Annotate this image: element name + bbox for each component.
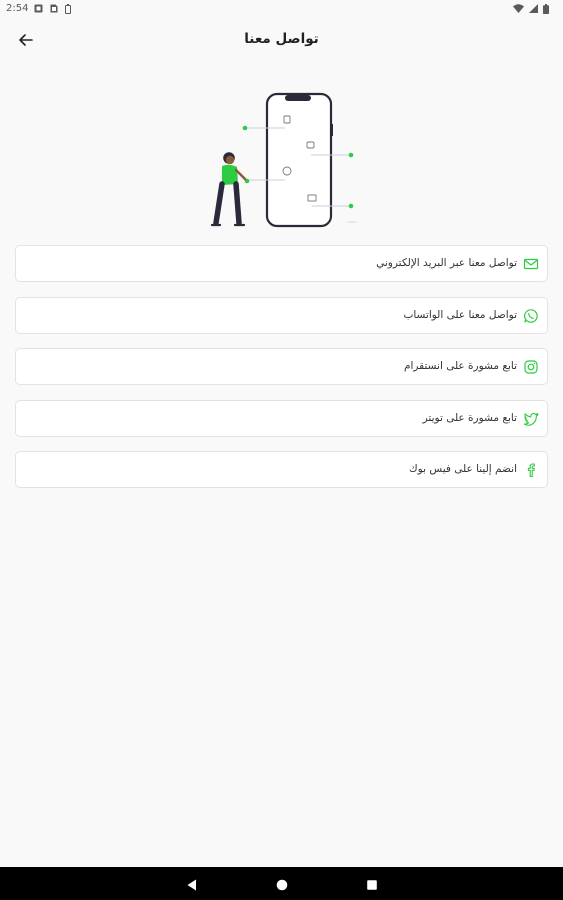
contact-illustration [205,88,365,233]
page-title: تواصل معنا [244,31,319,47]
option-facebook-label: انضم إلينا على فيس بوك [408,463,517,475]
system-nav-bar [0,867,563,900]
status-time: 2:54 [6,3,29,14]
option-facebook[interactable]: انضم إلينا على فيس بوك [15,451,548,488]
option-instagram-label: تابع مشورة على انستقرام [403,360,517,372]
signal-icon [529,4,538,13]
wifi-icon [513,4,524,13]
instagram-icon [524,360,538,374]
option-email[interactable]: تواصل معنا عبر البريد الإلكتروني [15,245,548,282]
back-triangle-icon [187,879,196,891]
facebook-icon [527,463,535,478]
system-back-button[interactable] [185,877,199,891]
option-whatsapp-label: تواصل معنا على الواتساب [403,308,517,321]
option-twitter-label: تابع مشورة على تويتر [422,411,517,424]
status-left-icons [34,4,71,14]
app-bar: تواصل معنا [0,22,563,58]
option-twitter[interactable]: تابع مشورة على تويتر [15,399,548,437]
system-recents-button[interactable] [365,877,379,891]
whatsapp-icon [524,308,538,323]
notification-icon [34,4,43,13]
recents-square-icon [367,880,377,890]
option-whatsapp[interactable]: تواصل معنا على الواتساب [15,296,548,334]
twitter-icon [523,412,539,426]
battery-saver-icon [65,4,71,14]
status-bar: 2:54 [0,0,563,18]
home-circle-icon [276,879,288,891]
sim-card-icon [50,4,58,13]
email-icon [523,258,539,270]
person-with-phone-illustration [210,92,357,228]
option-email-label: تواصل معنا عبر البريد الإلكتروني [376,257,517,269]
battery-icon [543,4,549,14]
system-home-button[interactable] [275,877,289,891]
contact-options-list: تواصل معنا عبر البريد الإلكتروني تواصل م… [15,245,548,503]
option-instagram[interactable]: تابع مشورة على انستقرام [15,348,548,385]
status-right-icons [513,4,549,14]
